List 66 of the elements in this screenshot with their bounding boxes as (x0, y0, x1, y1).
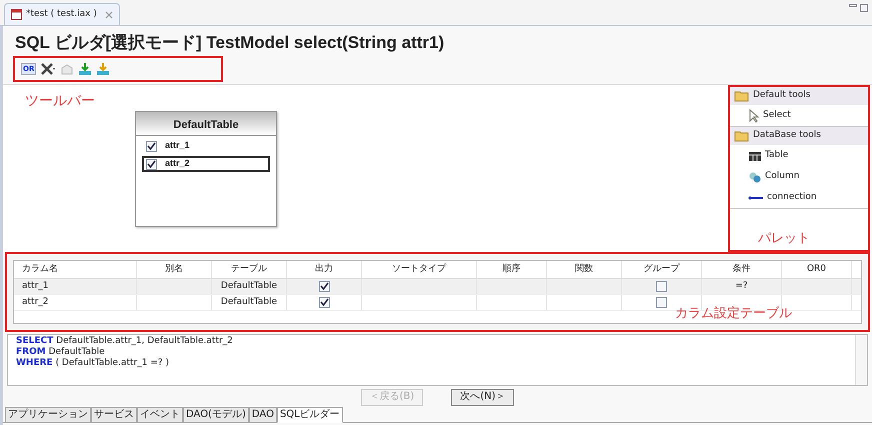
close-icon[interactable] (104, 10, 113, 18)
folder-icon (734, 130, 750, 142)
checkbox[interactable] (656, 281, 667, 292)
palette-item[interactable]: Table (730, 145, 868, 166)
palette-item[interactable]: connection (730, 187, 868, 208)
table-cell-text: DefaultTable (220, 280, 278, 293)
tools-icon[interactable] (40, 62, 56, 76)
sql-line: SELECT DefaultTable.attr_1, DefaultTable.attr_2 (16, 336, 234, 347)
table-node[interactable]: DefaultTable attr_1 attr_2 (135, 111, 277, 227)
minimize-icon[interactable] (849, 4, 857, 7)
bottom-tab[interactable]: イベント (137, 407, 183, 423)
palette-group-header[interactable]: Default tools (730, 87, 868, 105)
palette-group-title: DataBase tools (753, 129, 821, 142)
palette-group-header[interactable]: DataBase tools (730, 127, 868, 145)
download-icon[interactable] (96, 62, 110, 76)
file-icon (11, 9, 22, 20)
table-cell-text: attr_1 (22, 280, 48, 293)
sql-text-area[interactable]: SELECT DefaultTable.attr_1, DefaultTable.attr_2 FROM DefaultTable WHERE ( DefaultTable.attr_1 =? ) (7, 334, 868, 386)
annotation-label: カラム設定テーブル (675, 305, 792, 323)
wizard-button[interactable]: 次へ(N)＞ (451, 388, 514, 406)
table-node-title: DefaultTable (136, 112, 276, 136)
download-icon[interactable] (78, 62, 92, 76)
attribute-name: attr_2 (165, 157, 190, 170)
attribute-row[interactable]: attr_2 (142, 156, 270, 172)
column-header[interactable]: 別名 (137, 261, 212, 278)
bottom-tab[interactable]: DAO (248, 407, 277, 423)
checkbox[interactable] (318, 297, 330, 308)
column-icon (748, 170, 762, 182)
scrollbar[interactable] (855, 335, 867, 385)
column-header[interactable]: OR0 (782, 261, 852, 278)
column-header[interactable]: ソートタイプ (362, 261, 477, 278)
bottom-tab[interactable]: DAO(モデル) (183, 407, 249, 423)
column-header[interactable]: 条件 (702, 261, 782, 278)
column-header[interactable]: カラム名 (14, 261, 137, 278)
table-cell-text: attr_2 (22, 296, 48, 309)
bottom-tab[interactable]: サービス (91, 407, 137, 423)
column-header[interactable]: グループ (622, 261, 702, 278)
pointer-icon (748, 108, 760, 122)
column-header[interactable]: 出力 (287, 261, 362, 278)
annotation-label: パレット (758, 230, 811, 248)
editor-tab[interactable]: *test ( test.iax ) (4, 3, 120, 25)
table-icon (748, 150, 762, 162)
palette-item[interactable]: Select (730, 105, 868, 126)
column-header[interactable]: 関数 (547, 261, 622, 278)
checkbox[interactable] (318, 281, 330, 292)
sql-line: WHERE ( DefaultTable.attr_1 =? ) (16, 358, 170, 369)
sql-line: FROM DefaultTable (16, 347, 106, 358)
connection-icon (748, 194, 764, 200)
checkbox[interactable] (656, 297, 667, 308)
column-header[interactable]: テーブル (212, 261, 287, 278)
column-header[interactable]: 順序 (477, 261, 547, 278)
annotation-label: ツールバー (25, 92, 95, 111)
maximize-icon[interactable] (860, 4, 868, 12)
attribute-row[interactable]: attr_1 (142, 138, 270, 154)
checkbox[interactable] (146, 158, 157, 170)
bottom-tab[interactable]: SQLビルダー (276, 407, 343, 423)
table-cell-text: DefaultTable (220, 296, 278, 309)
attribute-name: attr_1 (165, 139, 190, 152)
palette-group-title: Default tools (753, 89, 810, 102)
table-cell-text: =? (735, 280, 748, 293)
page-heading: SQL ビルダ[選択モード] TestModel select(String attr1) (14, 32, 446, 54)
bottom-tab[interactable]: アプリケーション (5, 407, 91, 423)
tab-title: *test ( test.iax ) (26, 8, 97, 21)
folder-icon (734, 90, 750, 102)
palette-item[interactable]: Column (730, 166, 868, 187)
checkbox[interactable] (146, 140, 157, 152)
